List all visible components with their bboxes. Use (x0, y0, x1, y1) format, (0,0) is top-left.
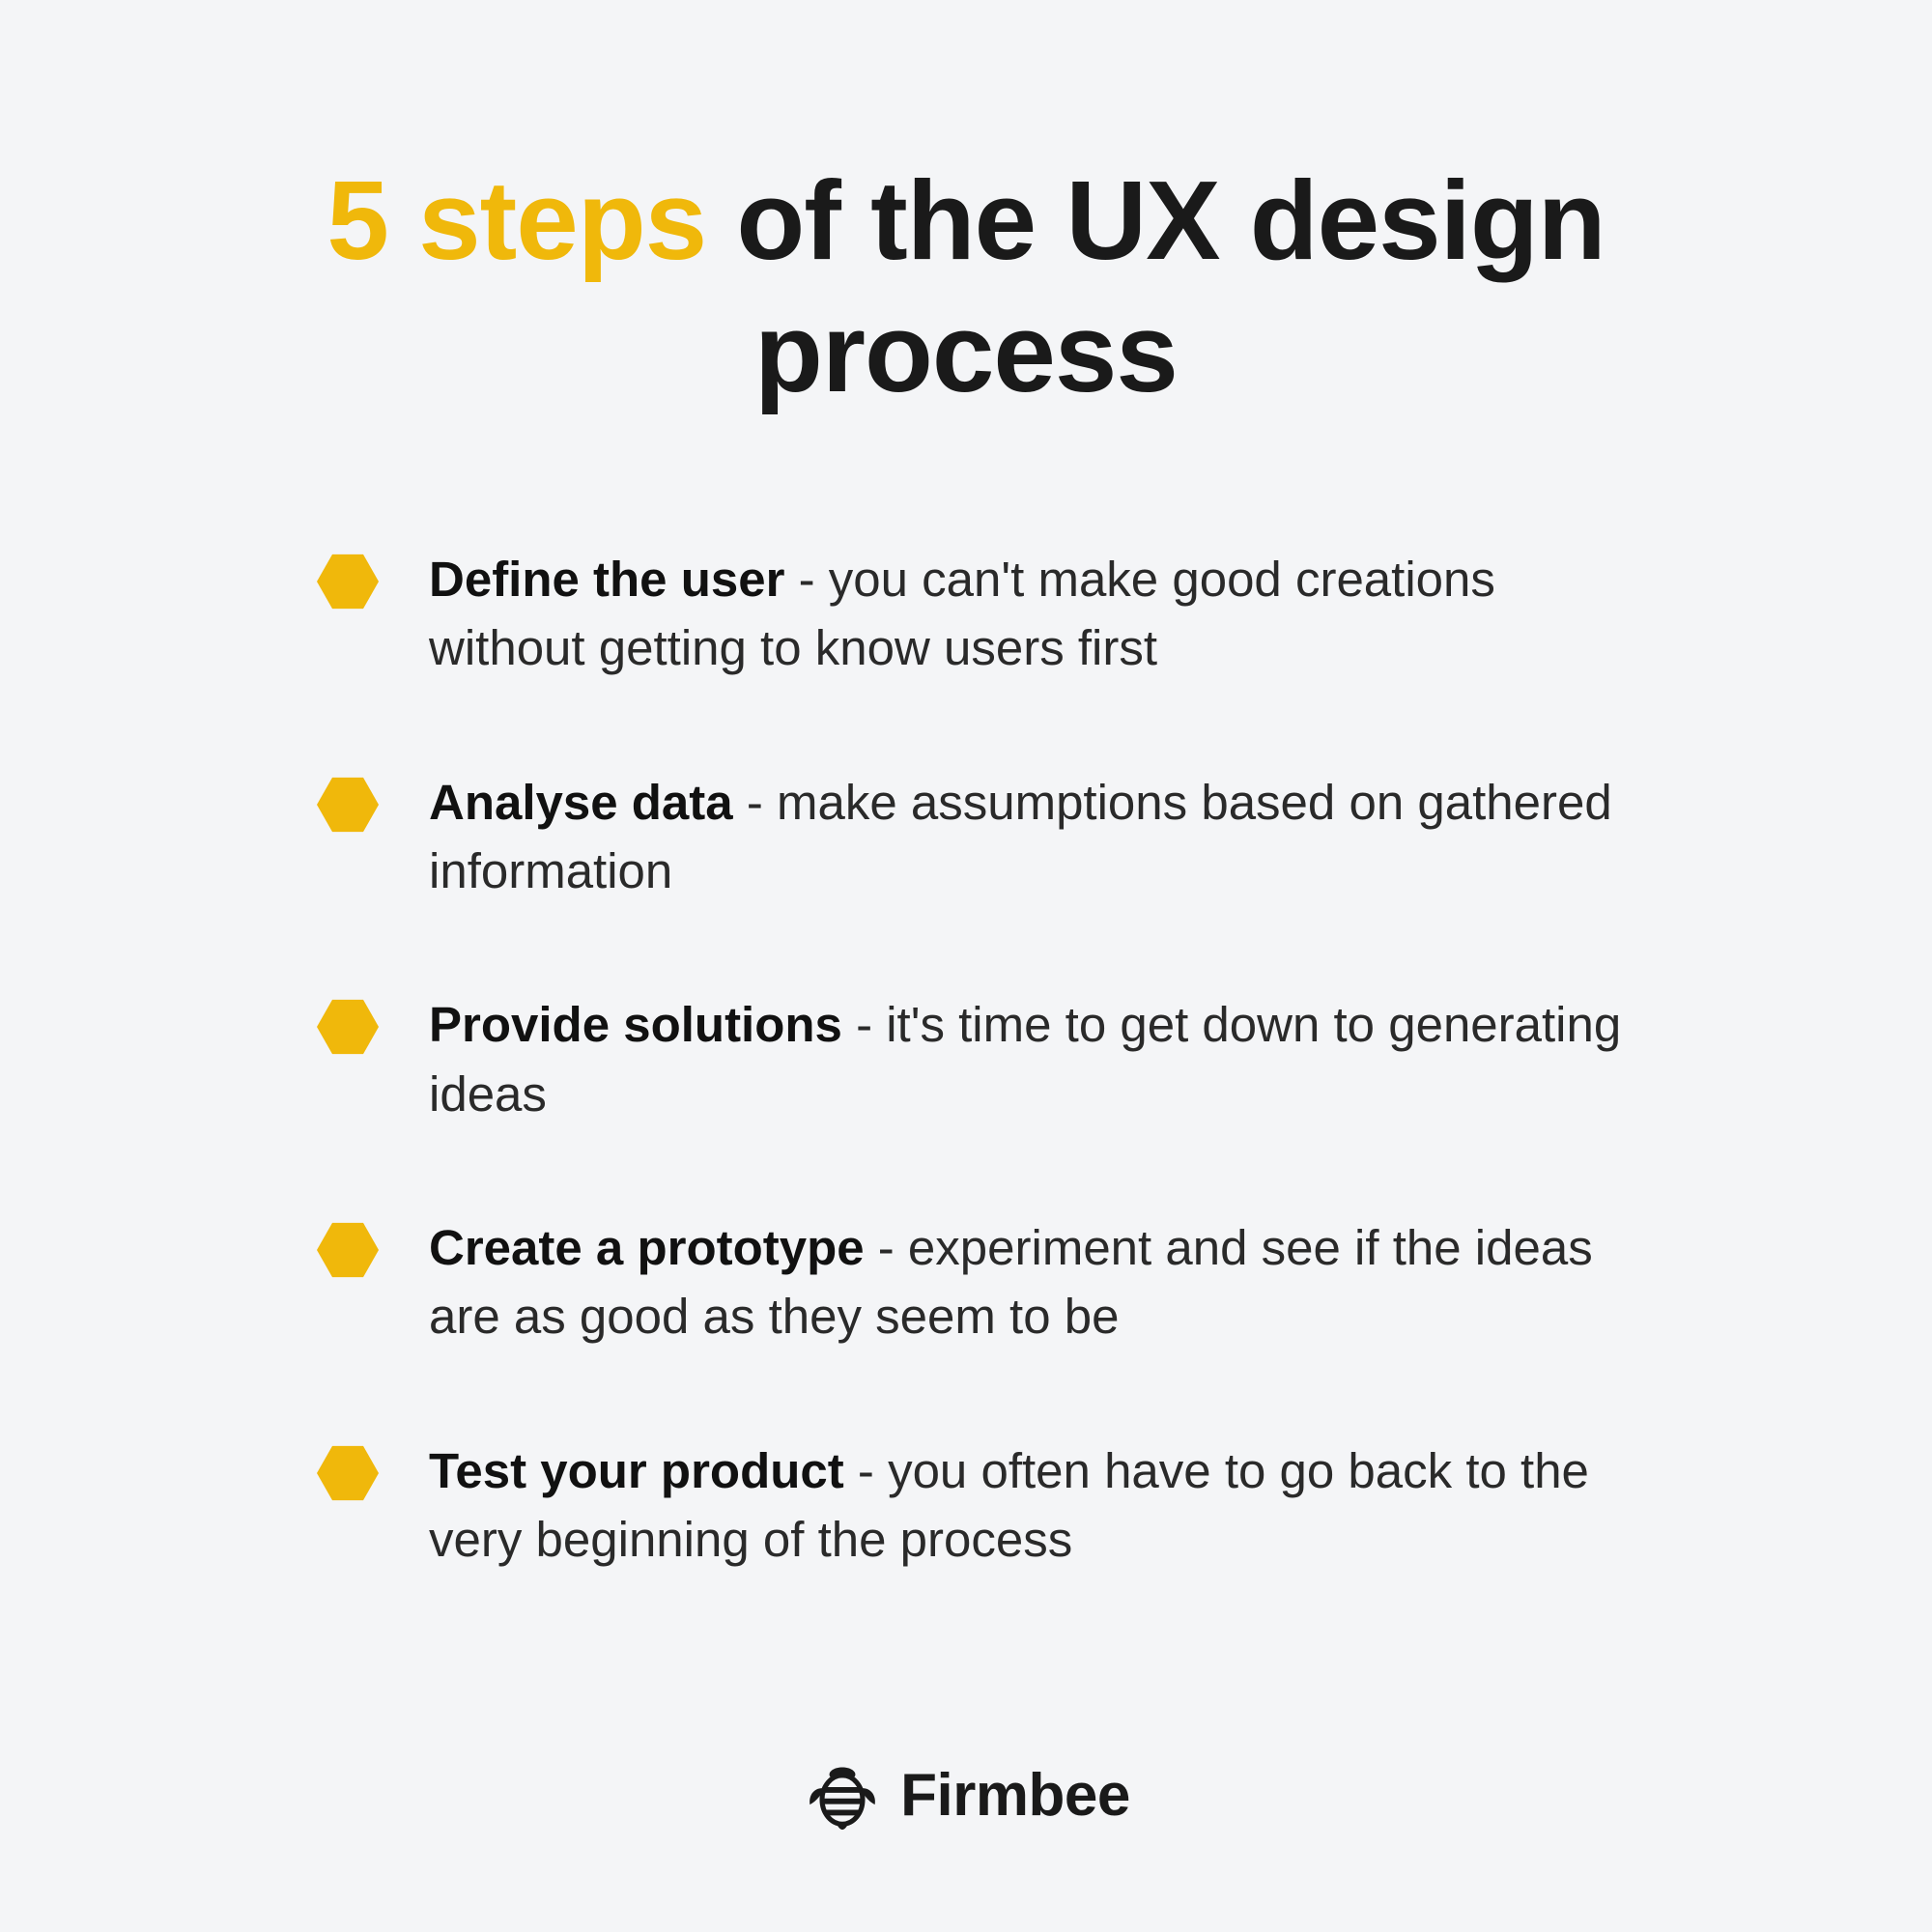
step-text: Provide solutions - it's time to get dow… (429, 990, 1662, 1128)
step-text: Define the user - you can't make good cr… (429, 545, 1662, 683)
list-item: Create a prototype - experiment and see … (317, 1213, 1662, 1351)
step-text: Analyse data - make assumptions based on… (429, 768, 1662, 906)
steps-list: Define the user - you can't make good cr… (270, 545, 1662, 1575)
hexagon-bullet-icon (317, 774, 379, 836)
list-item: Test your product - you often have to go… (317, 1436, 1662, 1575)
brand-footer: Firmbee (802, 1619, 1130, 1835)
hexagon-bullet-icon (317, 996, 379, 1058)
step-bold: Define the user (429, 552, 784, 607)
step-bold: Analyse data (429, 775, 733, 830)
step-text: Create a prototype - experiment and see … (429, 1213, 1662, 1351)
page-title: 5 steps of the UX design process (174, 155, 1758, 419)
list-item: Analyse data - make assumptions based on… (317, 768, 1662, 906)
list-item: Define the user - you can't make good cr… (317, 545, 1662, 683)
firmbee-logo-icon (802, 1754, 883, 1835)
title-rest: of the UX design process (706, 157, 1605, 415)
title-accent: 5 steps (327, 157, 706, 283)
brand-name: Firmbee (900, 1761, 1130, 1830)
step-text: Test your product - you often have to go… (429, 1436, 1662, 1575)
hexagon-bullet-icon (317, 1219, 379, 1281)
step-bold: Provide solutions (429, 997, 842, 1052)
list-item: Provide solutions - it's time to get dow… (317, 990, 1662, 1128)
step-bold: Test your product (429, 1443, 844, 1498)
hexagon-bullet-icon (317, 551, 379, 612)
hexagon-bullet-icon (317, 1442, 379, 1504)
step-bold: Create a prototype (429, 1220, 865, 1275)
